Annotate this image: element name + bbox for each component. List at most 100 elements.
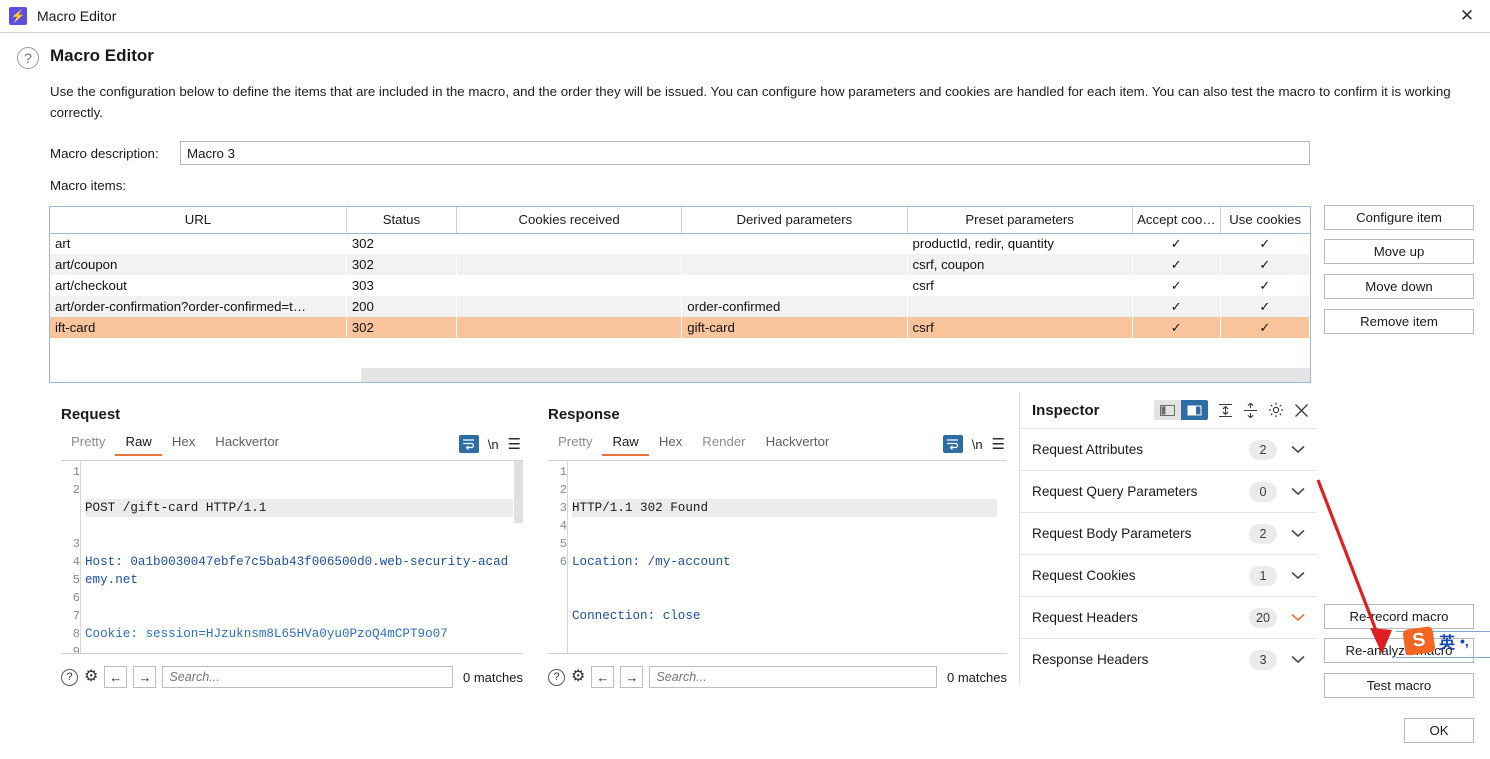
- title-bar: ⚡ Macro Editor ✕: [0, 0, 1490, 33]
- collapse-all-icon[interactable]: [1243, 402, 1258, 418]
- test-macro-button[interactable]: Test macro: [1324, 673, 1474, 698]
- request-editor[interactable]: 123456789 POST /gift-card HTTP/1.1 Host:…: [61, 460, 523, 654]
- table-row[interactable]: art/checkout 303 csrf ✓ ✓: [50, 275, 1310, 296]
- move-down-button[interactable]: Move down: [1324, 274, 1474, 299]
- inspector-section-request-query-parameters[interactable]: Request Query Parameters 0: [1020, 470, 1317, 512]
- ime-status-bar[interactable]: S 英 •,: [1402, 626, 1469, 656]
- ime-punctuation-mode[interactable]: •,: [1460, 633, 1469, 649]
- section-count-badge: 2: [1249, 439, 1277, 460]
- column-header-cookies-received[interactable]: Cookies received: [456, 207, 683, 234]
- find-next-button[interactable]: →: [620, 666, 644, 688]
- response-tab-bar: Pretty Raw Hex Render Hackvertor \n ☰: [536, 429, 1018, 456]
- table-row-selected[interactable]: ift-card 302 gift-card csrf ✓ ✓: [50, 317, 1310, 338]
- tab-request-raw[interactable]: Raw: [115, 434, 162, 456]
- section-count-badge: 3: [1249, 649, 1277, 670]
- newline-toggle-icon[interactable]: \n: [488, 437, 499, 452]
- cell-derived: [681, 254, 907, 275]
- configure-item-button[interactable]: Configure item: [1324, 205, 1474, 230]
- ime-language-mode[interactable]: 英: [1439, 629, 1455, 653]
- cell-accept-cookies: ✓: [1132, 296, 1221, 317]
- tab-request-pretty[interactable]: Pretty: [61, 434, 115, 456]
- macro-items-table[interactable]: URL Status Cookies received Derived para…: [49, 206, 1311, 383]
- tab-request-hackvertor[interactable]: Hackvertor: [205, 434, 289, 456]
- panel-left-icon[interactable]: [1154, 400, 1181, 420]
- column-header-use-cookies[interactable]: Use cookies: [1220, 207, 1310, 234]
- cell-preset: productId, redir, quantity: [907, 233, 1133, 254]
- word-wrap-icon[interactable]: [942, 435, 963, 453]
- request-panel-title: Request: [61, 406, 121, 423]
- scrollbar-thumb[interactable]: [361, 368, 1310, 382]
- request-panel: Request Pretty Raw Hex Hackvertor \n ☰ 1…: [49, 392, 534, 702]
- help-icon[interactable]: ?: [61, 668, 78, 686]
- panel-right-icon[interactable]: [1181, 400, 1208, 420]
- table-row[interactable]: art/coupon 302 csrf, coupon ✓ ✓: [50, 254, 1310, 275]
- response-line-2: Location: /my-account: [572, 555, 731, 569]
- response-code: HTTP/1.1 302 Found Location: /my-account…: [572, 463, 997, 653]
- tab-response-hex[interactable]: Hex: [649, 434, 692, 456]
- response-find-bar: ? ⚙ ← → 0 matches: [548, 664, 1007, 690]
- inspector-header-icons: [1154, 400, 1309, 420]
- chevron-down-icon[interactable]: [1291, 571, 1305, 580]
- help-icon[interactable]: ?: [548, 668, 565, 686]
- cell-cookies-received: [456, 296, 682, 317]
- tab-response-hackvertor[interactable]: Hackvertor: [756, 434, 840, 456]
- response-editor[interactable]: 123456 HTTP/1.1 302 Found Location: /my-…: [548, 460, 1007, 654]
- scrollbar-thumb[interactable]: [514, 461, 523, 523]
- close-icon[interactable]: [1294, 403, 1309, 418]
- hamburger-menu-icon[interactable]: ☰: [992, 435, 1005, 453]
- close-icon[interactable]: ✕: [1444, 0, 1490, 32]
- cell-preset: csrf: [907, 317, 1133, 338]
- question-mark-icon[interactable]: ?: [17, 47, 39, 69]
- newline-toggle-icon[interactable]: \n: [972, 437, 983, 452]
- inspector-title: Inspector: [1032, 401, 1100, 419]
- move-up-button[interactable]: Move up: [1324, 239, 1474, 264]
- tab-request-hex[interactable]: Hex: [162, 434, 205, 456]
- table-row[interactable]: art/order-confirmation?order-confirmed=t…: [50, 296, 1310, 317]
- inspector-section-request-body-parameters[interactable]: Request Body Parameters 2: [1020, 512, 1317, 554]
- find-prev-button[interactable]: ←: [591, 666, 615, 688]
- response-match-count: 0 matches: [947, 669, 1007, 685]
- tab-response-render[interactable]: Render: [692, 434, 755, 456]
- gear-icon[interactable]: ⚙: [571, 669, 585, 685]
- inspector-section-request-cookies[interactable]: Request Cookies 1: [1020, 554, 1317, 596]
- request-editor-scrollbar[interactable]: [514, 461, 523, 653]
- find-next-button[interactable]: →: [133, 666, 157, 688]
- table-horizontal-scrollbar[interactable]: [50, 368, 1310, 382]
- column-header-preset-parameters[interactable]: Preset parameters: [907, 207, 1133, 234]
- tab-response-raw[interactable]: Raw: [602, 434, 649, 456]
- macro-description-input[interactable]: [180, 141, 1310, 165]
- chevron-down-icon[interactable]: [1291, 529, 1305, 538]
- cell-use-cookies: ✓: [1220, 233, 1310, 254]
- word-wrap-icon[interactable]: [458, 435, 479, 453]
- column-header-derived-parameters[interactable]: Derived parameters: [681, 207, 908, 234]
- cell-status: 200: [346, 296, 457, 317]
- inspector-position-toggle[interactable]: [1154, 400, 1208, 420]
- chevron-down-icon[interactable]: [1291, 655, 1305, 664]
- hamburger-menu-icon[interactable]: ☰: [508, 435, 521, 453]
- gear-icon[interactable]: ⚙: [84, 669, 98, 685]
- column-header-status[interactable]: Status: [346, 207, 457, 234]
- request-line-3: Cookie: session=HJzuknsm8L65HVa0yu0PzoQ4…: [85, 627, 448, 641]
- cell-url: art: [50, 233, 347, 254]
- request-search-input[interactable]: [162, 666, 454, 688]
- remove-item-button[interactable]: Remove item: [1324, 309, 1474, 334]
- section-count-badge: 0: [1249, 481, 1277, 502]
- find-prev-button[interactable]: ←: [104, 666, 128, 688]
- inspector-section-request-attributes[interactable]: Request Attributes 2: [1020, 428, 1317, 470]
- column-header-url[interactable]: URL: [50, 207, 347, 234]
- table-row[interactable]: art 302 productId, redir, quantity ✓ ✓: [50, 233, 1310, 254]
- inspector-section-response-headers[interactable]: Response Headers 3: [1020, 638, 1317, 680]
- response-search-input[interactable]: [649, 666, 938, 688]
- ok-button[interactable]: OK: [1404, 718, 1474, 743]
- gear-icon[interactable]: [1268, 402, 1284, 418]
- request-tab-bar: Pretty Raw Hex Hackvertor \n ☰: [49, 429, 534, 456]
- tab-response-pretty[interactable]: Pretty: [548, 434, 602, 456]
- chevron-down-icon[interactable]: [1291, 487, 1305, 496]
- column-header-accept-cookies[interactable]: Accept coo…: [1132, 207, 1221, 234]
- inspector-section-request-headers[interactable]: Request Headers 20: [1020, 596, 1317, 638]
- chevron-down-icon[interactable]: [1291, 445, 1305, 454]
- expand-all-icon[interactable]: [1218, 403, 1233, 418]
- request-find-bar: ? ⚙ ← → 0 matches: [61, 664, 523, 690]
- chevron-down-icon[interactable]: [1291, 613, 1305, 622]
- sogou-logo-icon[interactable]: S: [1402, 626, 1436, 656]
